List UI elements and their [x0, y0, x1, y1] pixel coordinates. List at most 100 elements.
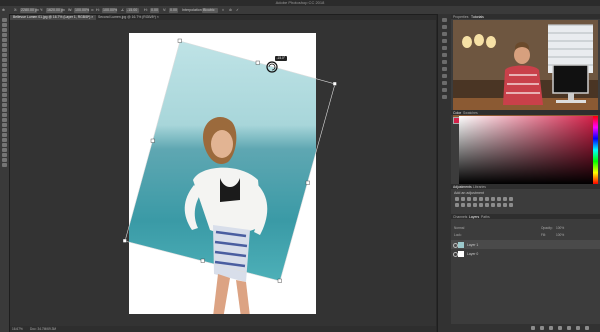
adjustment-icon[interactable] — [497, 203, 501, 207]
panel-toggle-icon[interactable] — [442, 81, 447, 85]
tab-libraries[interactable]: Libraries — [473, 185, 486, 189]
adjustment-icon[interactable] — [461, 203, 465, 207]
transform-handle-l[interactable] — [150, 138, 155, 143]
tool-icon[interactable] — [2, 18, 7, 22]
tool-icon[interactable] — [2, 83, 7, 87]
tool-icon[interactable] — [2, 163, 7, 167]
tool-icon[interactable] — [2, 103, 7, 107]
opacity-value[interactable]: 100% — [556, 226, 564, 230]
panel-toggle-icon[interactable] — [442, 95, 447, 99]
tool-icon[interactable] — [2, 53, 7, 57]
transform-handle-tl[interactable] — [177, 38, 182, 43]
tab-adjustments[interactable]: Adjustments — [453, 185, 472, 189]
adjustment-icon[interactable] — [479, 197, 483, 201]
tool-icon[interactable] — [2, 128, 7, 132]
tool-icon[interactable] — [2, 38, 7, 42]
transform-handle-bl[interactable] — [122, 238, 127, 243]
tool-icon[interactable] — [2, 93, 7, 97]
layer-row-layer-0[interactable]: Layer 0 — [451, 249, 600, 258]
tab-tutorials[interactable]: Tutorials — [471, 15, 484, 19]
layer-action-icon[interactable] — [576, 326, 580, 330]
tool-icon[interactable] — [2, 108, 7, 112]
move-tool-icon[interactable]: ⊕ — [2, 8, 5, 12]
adjustment-icon[interactable] — [455, 203, 459, 207]
transformed-layer[interactable] — [10, 20, 436, 329]
adjustment-icon[interactable] — [491, 197, 495, 201]
tool-icon[interactable] — [2, 133, 7, 137]
canvas-area[interactable]: -15.0° — [10, 20, 436, 329]
v-skew-field[interactable]: 0.00 — [169, 7, 178, 13]
tab-color[interactable]: Color — [453, 111, 461, 115]
cancel-transform-icon[interactable]: ⊘ — [229, 8, 232, 12]
tool-icon[interactable] — [2, 148, 7, 152]
hue-slider[interactable] — [593, 116, 598, 184]
transform-handle-tr[interactable] — [332, 81, 337, 86]
tool-icon[interactable] — [2, 158, 7, 162]
fill-value[interactable]: 100% — [556, 233, 564, 237]
panel-toggle-icon[interactable] — [442, 88, 447, 92]
transform-handle-t[interactable] — [255, 60, 260, 65]
interpolation-select[interactable]: Bicubic — [202, 7, 218, 13]
zoom-level[interactable]: 16.67% — [12, 327, 23, 331]
adjustment-icon[interactable] — [455, 197, 459, 201]
adjustment-icon[interactable] — [503, 197, 507, 201]
tool-icon[interactable] — [2, 63, 7, 67]
adjustment-icon[interactable] — [485, 197, 489, 201]
adjustment-icon[interactable] — [461, 197, 465, 201]
adjustment-icon[interactable] — [473, 197, 477, 201]
adjustment-icon[interactable] — [467, 203, 471, 207]
tab-layers[interactable]: Layers — [469, 215, 479, 219]
adjustment-icon[interactable] — [509, 203, 513, 207]
tool-icon[interactable] — [2, 48, 7, 52]
tab-paths[interactable]: Paths — [481, 215, 490, 219]
layer-action-icon[interactable] — [540, 326, 544, 330]
visibility-eye-icon[interactable] — [452, 242, 458, 248]
tool-icon[interactable] — [2, 123, 7, 127]
tool-icon[interactable] — [2, 118, 7, 122]
panel-toggle-icon[interactable] — [442, 60, 447, 64]
panel-toggle-icon[interactable] — [442, 74, 447, 78]
angle-field[interactable]: -15.00 — [126, 7, 139, 13]
warp-icon[interactable]: ⌗ — [222, 8, 224, 12]
transform-handle-b[interactable] — [200, 258, 205, 263]
tab-swatches[interactable]: Swatches — [463, 111, 478, 115]
h-field[interactable]: 100.00% — [102, 7, 117, 13]
layer-action-icon[interactable] — [558, 326, 562, 330]
panel-toggle-icon[interactable] — [442, 46, 447, 50]
adjustment-icon[interactable] — [491, 203, 495, 207]
color-picker-field[interactable] — [459, 116, 593, 184]
layer-action-icon[interactable] — [531, 326, 535, 330]
tool-icon[interactable] — [2, 98, 7, 102]
x-field[interactable]: 2280.00 px — [20, 7, 39, 13]
tool-icon[interactable] — [2, 68, 7, 72]
transform-handle-br[interactable] — [277, 278, 282, 283]
blend-mode-select[interactable]: Normal — [454, 226, 464, 230]
layer-action-icon[interactable] — [567, 326, 571, 330]
w-field[interactable]: 100.00% — [74, 7, 89, 13]
tool-icon[interactable] — [2, 58, 7, 62]
layer-action-icon[interactable] — [549, 326, 553, 330]
link-icon[interactable]: ∞ — [91, 8, 94, 12]
tab-properties[interactable]: Properties — [453, 15, 468, 19]
tool-icon[interactable] — [2, 88, 7, 92]
tutorial-video[interactable] — [453, 20, 598, 120]
tool-icon[interactable] — [2, 23, 7, 27]
panel-toggle-icon[interactable] — [442, 53, 447, 57]
panel-toggle-icon[interactable] — [442, 39, 447, 43]
tab-channels[interactable]: Channels — [453, 215, 467, 219]
layer-action-icon[interactable] — [585, 326, 589, 330]
commit-transform-icon[interactable]: ✓ — [236, 8, 239, 12]
h-skew-field[interactable]: 0.00 — [150, 7, 159, 13]
tool-icon[interactable] — [2, 73, 7, 77]
tool-icon[interactable] — [2, 143, 7, 147]
panel-toggle-icon[interactable] — [442, 25, 447, 29]
tool-icon[interactable] — [2, 138, 7, 142]
transform-handle-r[interactable] — [305, 180, 310, 185]
adjustment-icon[interactable] — [467, 197, 471, 201]
tool-icon[interactable] — [2, 78, 7, 82]
adjustment-icon[interactable] — [473, 203, 477, 207]
tool-icon[interactable] — [2, 28, 7, 32]
adjustment-icon[interactable] — [479, 203, 483, 207]
layer-row-layer-1[interactable]: Layer 1 — [451, 240, 600, 249]
tool-icon[interactable] — [2, 33, 7, 37]
